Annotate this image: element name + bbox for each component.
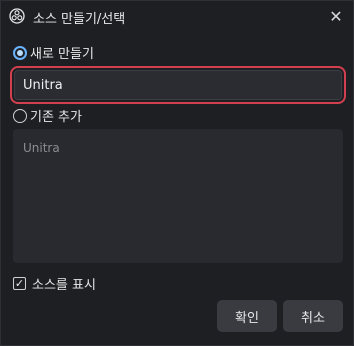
check-icon: ✓ bbox=[14, 277, 25, 290]
create-new-option[interactable]: 새로 만들기 bbox=[13, 43, 94, 62]
create-new-label: 새로 만들기 bbox=[30, 47, 94, 62]
add-existing-radio[interactable] bbox=[13, 108, 27, 123]
window-title: 소스 만들기/선택 bbox=[33, 12, 126, 27]
close-button[interactable]: ✕ bbox=[325, 5, 347, 27]
cancel-button[interactable]: 취소 bbox=[283, 300, 343, 332]
add-existing-option[interactable]: 기존 추가 bbox=[13, 106, 82, 125]
source-name-input[interactable] bbox=[14, 70, 342, 100]
visible-source-label: 소스를 표시 bbox=[32, 278, 96, 293]
visible-source-checkbox[interactable]: ✓ bbox=[13, 277, 26, 290]
create-select-source-dialog: 소스 만들기/선택 ✕ 새로 만들기 기존 추가 Unitra ✓ 소스를 표시… bbox=[0, 0, 354, 346]
close-icon: ✕ bbox=[329, 6, 343, 26]
ok-button[interactable]: 확인 bbox=[217, 300, 277, 332]
title-bar: 소스 만들기/선택 ✕ bbox=[1, 1, 353, 31]
obs-logo-icon bbox=[9, 8, 25, 24]
visible-source-option[interactable]: ✓ 소스를 표시 bbox=[13, 274, 96, 293]
existing-sources-list[interactable]: Unitra bbox=[13, 129, 343, 263]
add-existing-label: 기존 추가 bbox=[30, 110, 82, 125]
create-new-radio[interactable] bbox=[13, 45, 27, 60]
list-item[interactable]: Unitra bbox=[23, 141, 60, 155]
